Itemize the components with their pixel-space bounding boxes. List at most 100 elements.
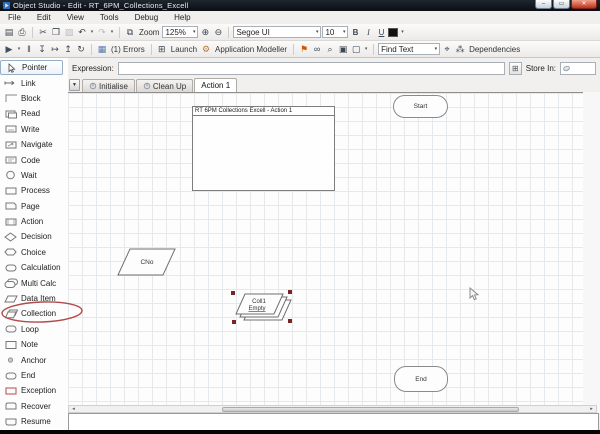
grid-view-icon[interactable]: ▣ [337, 43, 349, 56]
step-out-icon[interactable]: ↥ [62, 43, 74, 56]
export-page-icon[interactable]: ⧉ [124, 26, 136, 39]
tool-navigate[interactable]: Navigate [0, 137, 68, 152]
validation-icon[interactable]: ▦ [96, 43, 108, 56]
end-node[interactable]: End [394, 366, 448, 392]
minimize-button[interactable]: – [535, 0, 552, 9]
zoom-in-icon[interactable]: ⊕ [199, 26, 211, 39]
tool-block[interactable]: Block [0, 91, 68, 106]
menu-help[interactable]: Help [166, 11, 198, 24]
chevron-down-icon[interactable]: ▾ [16, 46, 22, 52]
outline-view-icon[interactable]: ▢ [350, 43, 362, 56]
tool-decision[interactable]: Decision [0, 229, 68, 244]
tool-multi-calc[interactable]: Multi Calc [0, 275, 68, 290]
tab-initialise[interactable]: Initialise [82, 79, 135, 92]
bold-button[interactable]: B [349, 26, 361, 39]
tool-label: Resume [21, 417, 51, 427]
screen-edge [0, 430, 600, 434]
scroll-left-arrow[interactable]: ◂ [69, 406, 78, 412]
tool-note[interactable]: Note [0, 337, 68, 352]
search-icon[interactable]: ⌕ [324, 43, 336, 56]
data-item-icon [4, 295, 18, 303]
tool-wait[interactable]: Wait [0, 168, 68, 183]
tool-read[interactable]: Read [0, 106, 68, 121]
tool-loop[interactable]: Loop [0, 322, 68, 337]
scrollbar-thumb[interactable] [222, 406, 519, 412]
menu-tools[interactable]: Tools [92, 11, 127, 24]
tool-data-item[interactable]: Data Item [0, 291, 68, 306]
play-icon[interactable]: ▶ [3, 43, 15, 56]
tab-action-1[interactable]: Action 1 [194, 78, 238, 92]
scroll-right-arrow[interactable]: ▸ [587, 406, 596, 412]
tool-recover[interactable]: Recover [0, 399, 68, 414]
italic-button[interactable]: I [362, 26, 374, 39]
tool-resume[interactable]: Resume [0, 414, 68, 429]
zoom-out-icon[interactable]: ⊖ [212, 26, 224, 39]
tool-process[interactable]: Process [0, 183, 68, 198]
resume-icon [5, 418, 17, 426]
reset-icon[interactable]: ↻ [75, 43, 87, 56]
tool-action[interactable]: Action [0, 214, 68, 229]
tool-choice[interactable]: Choice [0, 245, 68, 260]
close-button[interactable]: ✕ [571, 0, 597, 9]
chevron-down-icon[interactable]: ▾ [89, 29, 95, 35]
data-item-node[interactable]: CNo [117, 248, 177, 277]
action-stage-box[interactable]: RT 6PM Collections Excell - Action 1 [192, 106, 335, 191]
tab-clean-up[interactable]: Clean Up [135, 79, 194, 92]
paste-icon[interactable]: ▨ [63, 26, 75, 39]
collection-node[interactable]: Coll1 Empty [230, 289, 296, 325]
link-mode-icon[interactable]: ∞ [311, 43, 323, 56]
application-modeller-icon[interactable]: ⚙ [200, 43, 212, 56]
expression-editor-button[interactable]: ⊞ [508, 61, 522, 75]
tool-collection[interactable]: Collection [0, 306, 68, 321]
tool-anchor[interactable]: Anchor [0, 352, 68, 367]
expression-input[interactable] [117, 61, 505, 75]
cut-icon[interactable]: ✂ [37, 26, 49, 39]
tool-calculation[interactable]: Calculation [0, 260, 68, 275]
menu-file[interactable]: File [0, 11, 29, 24]
find-next-icon[interactable]: ⌖ [441, 43, 453, 56]
zoom-select[interactable]: 125% ▾ [162, 26, 199, 38]
tool-code[interactable]: Code [0, 152, 68, 167]
menu-edit[interactable]: Edit [29, 11, 59, 24]
tool-label: Choice [21, 247, 46, 257]
find-text-select[interactable]: Find Text ▾ [378, 43, 441, 55]
start-node[interactable]: Start [393, 95, 448, 118]
undo-icon[interactable]: ↶ [76, 26, 88, 39]
print-icon[interactable]: ⎙ [16, 26, 28, 39]
tab-list-dropdown[interactable]: ▼ [69, 79, 80, 91]
tool-write[interactable]: Write [0, 122, 68, 137]
write-icon [5, 125, 17, 133]
flag-icon[interactable]: ⚑ [298, 43, 310, 56]
font-size-select[interactable]: 10 ▾ [322, 26, 349, 38]
menu-view[interactable]: View [59, 11, 92, 24]
tool-end[interactable]: End [0, 368, 68, 383]
maximize-button[interactable]: ▭ [553, 0, 570, 9]
redo-icon[interactable]: ↷ [96, 26, 108, 39]
tool-label: Pointer [22, 63, 48, 73]
tab-label: Action 1 [201, 81, 231, 90]
tool-pointer[interactable]: Pointer [0, 60, 63, 76]
underline-button[interactable]: U [375, 26, 387, 39]
launch-icon[interactable]: ⊞ [156, 43, 168, 56]
font-family-select[interactable]: Segoe UI ▾ [233, 26, 322, 38]
step-over-icon[interactable]: ↦ [49, 43, 61, 56]
font-color-button[interactable] [388, 27, 399, 37]
page-gear-icon [89, 82, 97, 90]
horizontal-scrollbar[interactable]: ◂ ▸ [68, 405, 597, 413]
tool-palette: Pointer Link Block Read Write Navigate Code Wai… [0, 58, 68, 430]
dependencies-icon[interactable]: ⁂ [454, 43, 466, 56]
step-in-icon[interactable]: ↧ [36, 43, 48, 56]
store-in-input[interactable] [560, 61, 596, 75]
toolbar-debug: ▶ ▾ ‖ ↧ ↦ ↥ ↻ ▦ (1) Errors ⊞ Launch ⚙ Application Mo… [0, 41, 600, 58]
chevron-down-icon[interactable]: ▾ [399, 29, 405, 35]
pause-icon[interactable]: ‖ [23, 43, 35, 56]
tool-link[interactable]: Link [0, 75, 68, 90]
save-icon[interactable]: ▤ [3, 26, 15, 39]
chevron-down-icon[interactable]: ▾ [109, 29, 115, 35]
menu-debug[interactable]: Debug [127, 11, 167, 24]
copy-icon[interactable]: ❐ [50, 26, 62, 39]
tool-exception[interactable]: Exception [0, 383, 68, 398]
chevron-down-icon[interactable]: ▾ [363, 46, 369, 52]
tool-page[interactable]: Page [0, 199, 68, 214]
flow-canvas[interactable]: RT 6PM Collections Excell - Action 1 Sta… [68, 92, 583, 405]
